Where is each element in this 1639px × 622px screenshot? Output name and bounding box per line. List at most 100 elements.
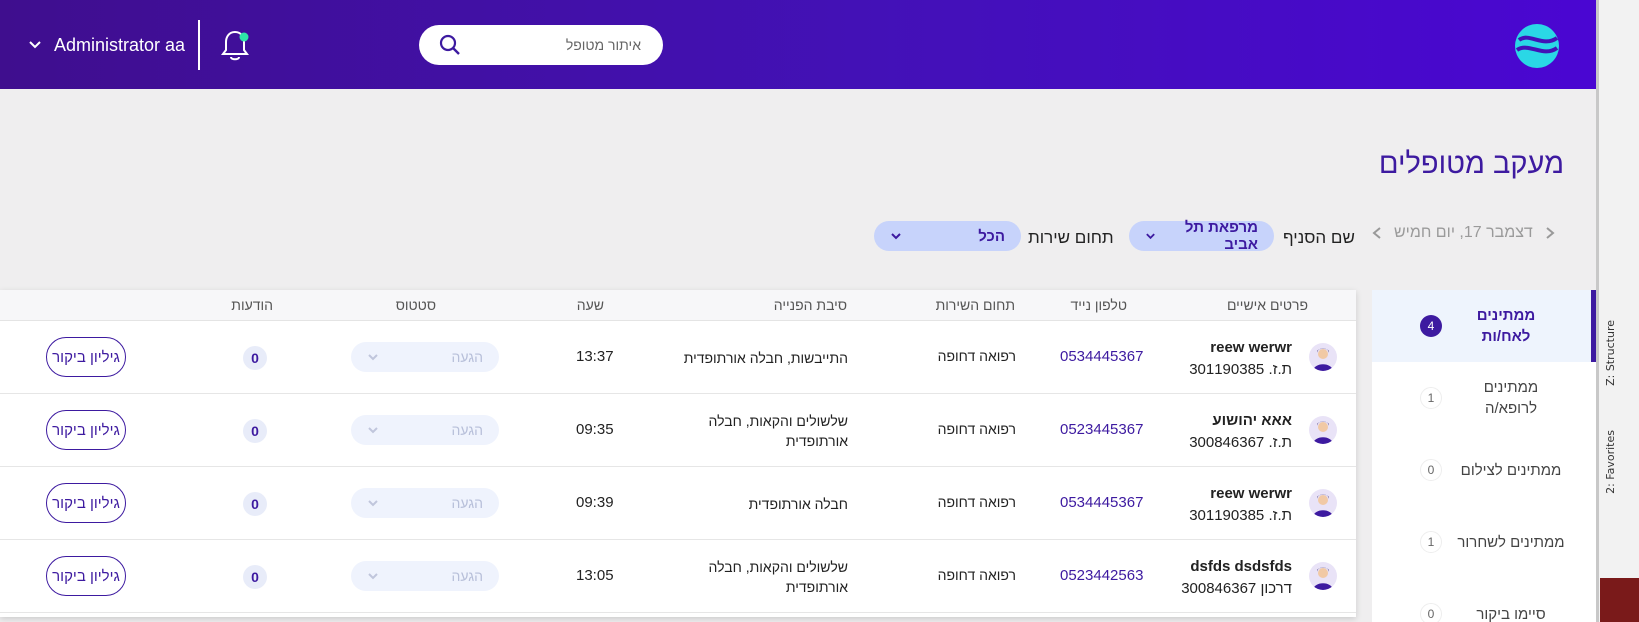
patient-phone[interactable]: 0534445367: [1060, 494, 1143, 511]
col-time: שעה: [576, 297, 604, 313]
count-badge: 0: [1420, 603, 1442, 622]
service-cell: רפואה דחופה: [937, 348, 1016, 364]
search-icon[interactable]: [439, 34, 461, 56]
sidebar-item-label: סיימו ביקור: [1476, 605, 1546, 622]
ide-side-strip: [1596, 0, 1639, 622]
status-select[interactable]: הגעה: [351, 342, 499, 372]
reason-cell: שלשולים והקאות, חבלה אורתופדית: [708, 413, 848, 449]
patient-phone[interactable]: 0534445367: [1060, 348, 1143, 365]
table-row[interactable]: dsfds dsdsfds דרכון 300846367 0523442563…: [0, 540, 1356, 613]
time-cell: 13:37: [576, 348, 614, 365]
branch-value: מרפאת תל אביב: [1184, 219, 1258, 253]
chevron-down-icon: [1146, 233, 1155, 240]
patients-table: פרטים אישיים טלפון נייד תחום השירות סיבת…: [0, 290, 1356, 617]
patient-name: אאא יהושוע: [1212, 412, 1292, 429]
avatar: [1309, 489, 1337, 517]
ide-corner-icon: [1600, 578, 1639, 622]
sidebar-item-waiting-nurse[interactable]: 4 ממתינים לאח/ות: [1372, 290, 1596, 362]
status-value: הגעה: [451, 349, 483, 365]
col-reason: סיבת הפנייה: [773, 297, 847, 313]
count-badge: 1: [1420, 387, 1442, 409]
avatar: [1309, 343, 1337, 371]
patient-name: reew werwr: [1210, 339, 1292, 356]
search-input[interactable]: [479, 25, 649, 65]
table-row[interactable]: reew werwr ת.ז. 301190385 0534445367 רפו…: [0, 467, 1356, 540]
messages-badge[interactable]: 0: [243, 346, 267, 370]
service-cell: רפואה דחופה: [937, 567, 1016, 583]
queue-sidebar: 4 ממתינים לאח/ות 1 ממתינים לרופא/ה 0 ממת…: [1372, 290, 1596, 622]
messages-badge[interactable]: 0: [243, 492, 267, 516]
patient-phone[interactable]: 0523442563: [1060, 567, 1143, 584]
visit-sheet-button[interactable]: גיליון ביקור: [46, 337, 126, 377]
sidebar-item-visit-finished[interactable]: 0 סיימו ביקור: [1372, 578, 1596, 622]
user-name: Administrator aa: [54, 34, 186, 55]
sidebar-item-waiting-xray[interactable]: 0 ממתינים לצילום: [1372, 434, 1596, 506]
sidebar-item-label: ממתינים לאח/ות: [1476, 307, 1536, 345]
col-service: תחום השירות: [935, 297, 1015, 313]
sidebar-item-waiting-discharge[interactable]: 1 ממתינים לשחרור: [1372, 506, 1596, 578]
table-header: פרטים אישיים טלפון נייד תחום השירות סיבת…: [0, 290, 1356, 321]
visit-sheet-button[interactable]: גיליון ביקור: [46, 556, 126, 596]
count-badge: 1: [1420, 531, 1442, 553]
service-label: תחום שירות: [1028, 228, 1114, 247]
service-cell: רפואה דחופה: [937, 494, 1016, 510]
reason-cell: התייבשות, חבלה אורתופדית: [683, 350, 848, 366]
time-cell: 09:39: [576, 494, 614, 511]
count-badge: 4: [1420, 315, 1442, 337]
header-divider: [198, 20, 200, 70]
count-badge: 0: [1420, 459, 1442, 481]
chevron-down-icon: [29, 41, 41, 49]
visit-sheet-button[interactable]: גיליון ביקור: [46, 410, 126, 450]
reason-cell: חבלה אורתופדית: [748, 496, 848, 512]
patient-id: ת.ז. 301190385: [1189, 361, 1292, 378]
user-menu[interactable]: Administrator aa: [28, 33, 185, 57]
logo-icon: [1515, 24, 1559, 68]
col-messages: הודעות: [231, 297, 273, 313]
service-cell: רפואה דחופה: [937, 421, 1016, 437]
avatar: [1309, 416, 1337, 444]
patient-phone[interactable]: 0523445367: [1060, 421, 1143, 438]
time-cell: 13:05: [576, 567, 614, 584]
branch-select[interactable]: מרפאת תל אביב: [1129, 219, 1274, 253]
reason-cell: שלשולים והקאות, חבלה אורתופדית: [708, 559, 848, 595]
status-select[interactable]: הגעה: [351, 561, 499, 591]
patient-id: ת.ז. 300846367: [1189, 434, 1292, 451]
table-row[interactable]: reew werwr ת.ז. 301190385 0534445367 רפו…: [0, 321, 1356, 394]
patient-name: reew werwr: [1210, 485, 1292, 502]
status-select[interactable]: הגעה: [351, 415, 499, 445]
bell-icon[interactable]: [219, 28, 251, 64]
date-navigator: דצמבר 17, יום חמיש: [1370, 224, 1557, 242]
page-title: מעקב מטופלים: [1378, 148, 1564, 180]
visit-sheet-button[interactable]: גיליון ביקור: [46, 483, 126, 523]
branch-label: שם הסניף: [1283, 228, 1355, 247]
search-box[interactable]: [419, 25, 663, 65]
messages-badge[interactable]: 0: [243, 565, 267, 589]
messages-badge[interactable]: 0: [243, 419, 267, 443]
chevron-down-icon: [368, 500, 378, 507]
patient-id: דרכון 300846367: [1181, 580, 1292, 597]
chevron-left-icon[interactable]: [1370, 226, 1384, 240]
col-phone: טלפון נייד: [1070, 297, 1127, 313]
service-value: הכל: [978, 227, 1005, 245]
sidebar-item-label: ממתינים לשחרור: [1457, 533, 1565, 551]
service-select[interactable]: הכל: [874, 221, 1021, 251]
status-select[interactable]: הגעה: [351, 488, 499, 518]
chevron-right-icon[interactable]: [1543, 226, 1557, 240]
status-value: הגעה: [451, 495, 483, 511]
col-personal: פרטים אישיים: [1226, 297, 1308, 313]
status-value: הגעה: [451, 568, 483, 584]
avatar: [1309, 562, 1337, 590]
top-header: Administrator aa: [0, 0, 1596, 89]
sidebar-item-waiting-doctor[interactable]: 1 ממתינים לרופא/ה: [1372, 362, 1596, 434]
time-cell: 09:35: [576, 421, 614, 438]
chevron-down-icon: [368, 354, 378, 361]
sidebar-item-label: ממתינים לצילום: [1460, 461, 1562, 479]
patient-id: ת.ז. 301190385: [1189, 507, 1292, 524]
ide-tab-structure[interactable]: Z: Structure: [1604, 320, 1617, 386]
chevron-down-icon: [891, 233, 901, 240]
ide-tab-favorites[interactable]: 2: Favorites: [1604, 430, 1617, 494]
patient-name: dsfds dsdsfds: [1190, 558, 1292, 575]
status-value: הגעה: [451, 422, 483, 438]
sidebar-item-label: ממתינים לרופא/ה: [1483, 379, 1539, 417]
table-row[interactable]: אאא יהושוע ת.ז. 300846367 0523445367 רפו…: [0, 394, 1356, 467]
